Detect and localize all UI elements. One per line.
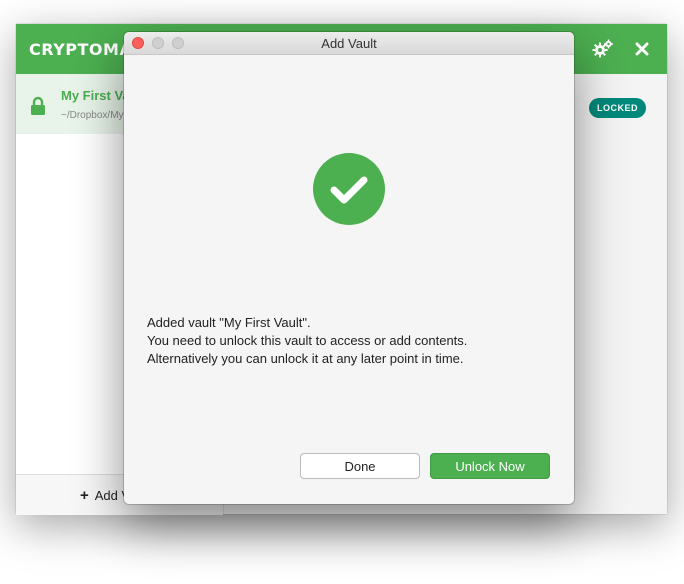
close-icon[interactable] [632,39,652,59]
checkmark-circle-icon [313,153,385,225]
dialog-message: Added vault "My First Vault". You need t… [147,314,547,368]
locked-status-badge: LOCKED [589,98,646,118]
message-line: Added vault "My First Vault". [147,315,311,330]
unlock-now-button[interactable]: Unlock Now [430,453,550,479]
dialog-titlebar: Add Vault [124,32,574,55]
message-line: Alternatively you can unlock it at any l… [147,351,464,366]
message-line: You need to unlock this vault to access … [147,333,468,348]
lock-icon [31,96,45,115]
plus-icon: + [80,487,89,504]
settings-gear-icon[interactable] [592,38,614,60]
add-vault-dialog: Add Vault Added vault "My First Vault". … [124,32,574,504]
dialog-title: Add Vault [321,36,377,51]
done-button[interactable]: Done [300,453,420,479]
